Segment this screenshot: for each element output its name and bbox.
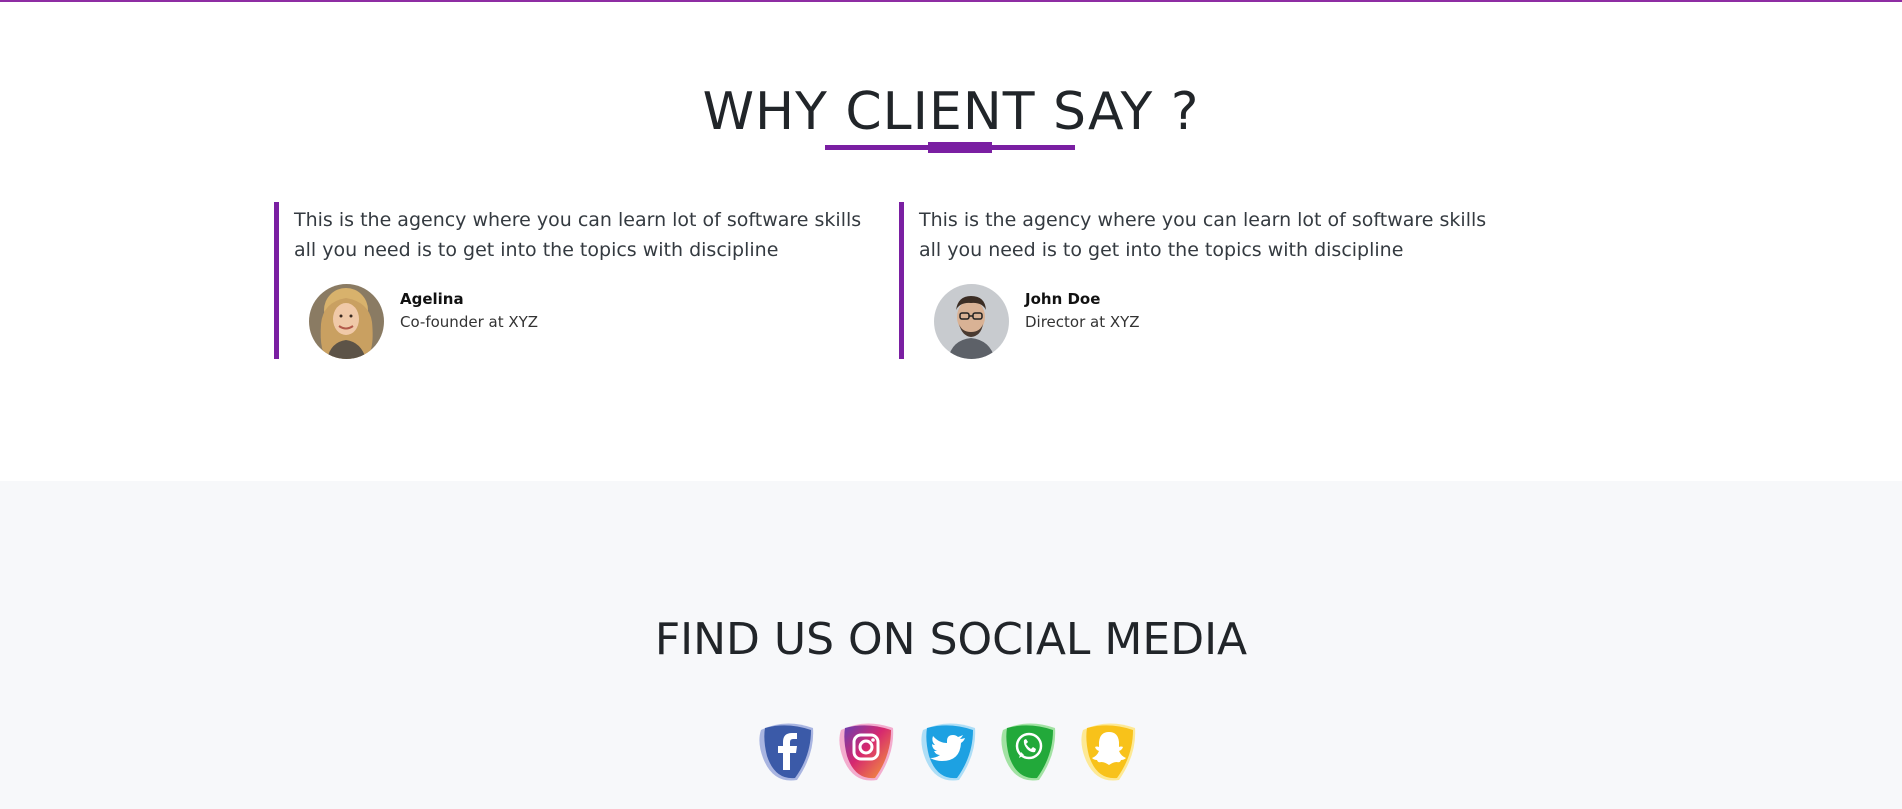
person-name: Agelina <box>400 290 464 308</box>
person-role: Co-founder at XYZ <box>400 313 539 331</box>
testimonials-section: WHY CLIENT SAY ? This is the agency wher… <box>0 2 1902 481</box>
testimonials-title: WHY CLIENT SAY ? <box>702 82 1200 142</box>
avatar <box>934 284 1009 359</box>
social-title: FIND US ON SOCIAL MEDIA <box>654 614 1248 665</box>
testimonial-card: This is the agency where you can learn l… <box>274 202 874 359</box>
whatsapp-icon[interactable] <box>997 718 1061 782</box>
testimonial-card: This is the agency where you can learn l… <box>899 202 1499 359</box>
person-name: John Doe <box>1025 290 1101 308</box>
person-role: Director at XYZ <box>1025 313 1140 331</box>
testimonial-quote: This is the agency where you can learn l… <box>919 209 1487 261</box>
facebook-icon[interactable] <box>755 718 819 782</box>
twitter-icon[interactable] <box>917 718 981 782</box>
instagram-icon[interactable] <box>835 718 899 782</box>
testimonial-quote: This is the agency where you can learn l… <box>294 209 862 261</box>
social-icons-row <box>755 718 1145 788</box>
title-underline-accent <box>928 142 992 153</box>
avatar <box>309 284 384 359</box>
snapchat-icon[interactable] <box>1077 718 1141 782</box>
social-section: FIND US ON SOCIAL MEDIA <box>0 481 1902 809</box>
